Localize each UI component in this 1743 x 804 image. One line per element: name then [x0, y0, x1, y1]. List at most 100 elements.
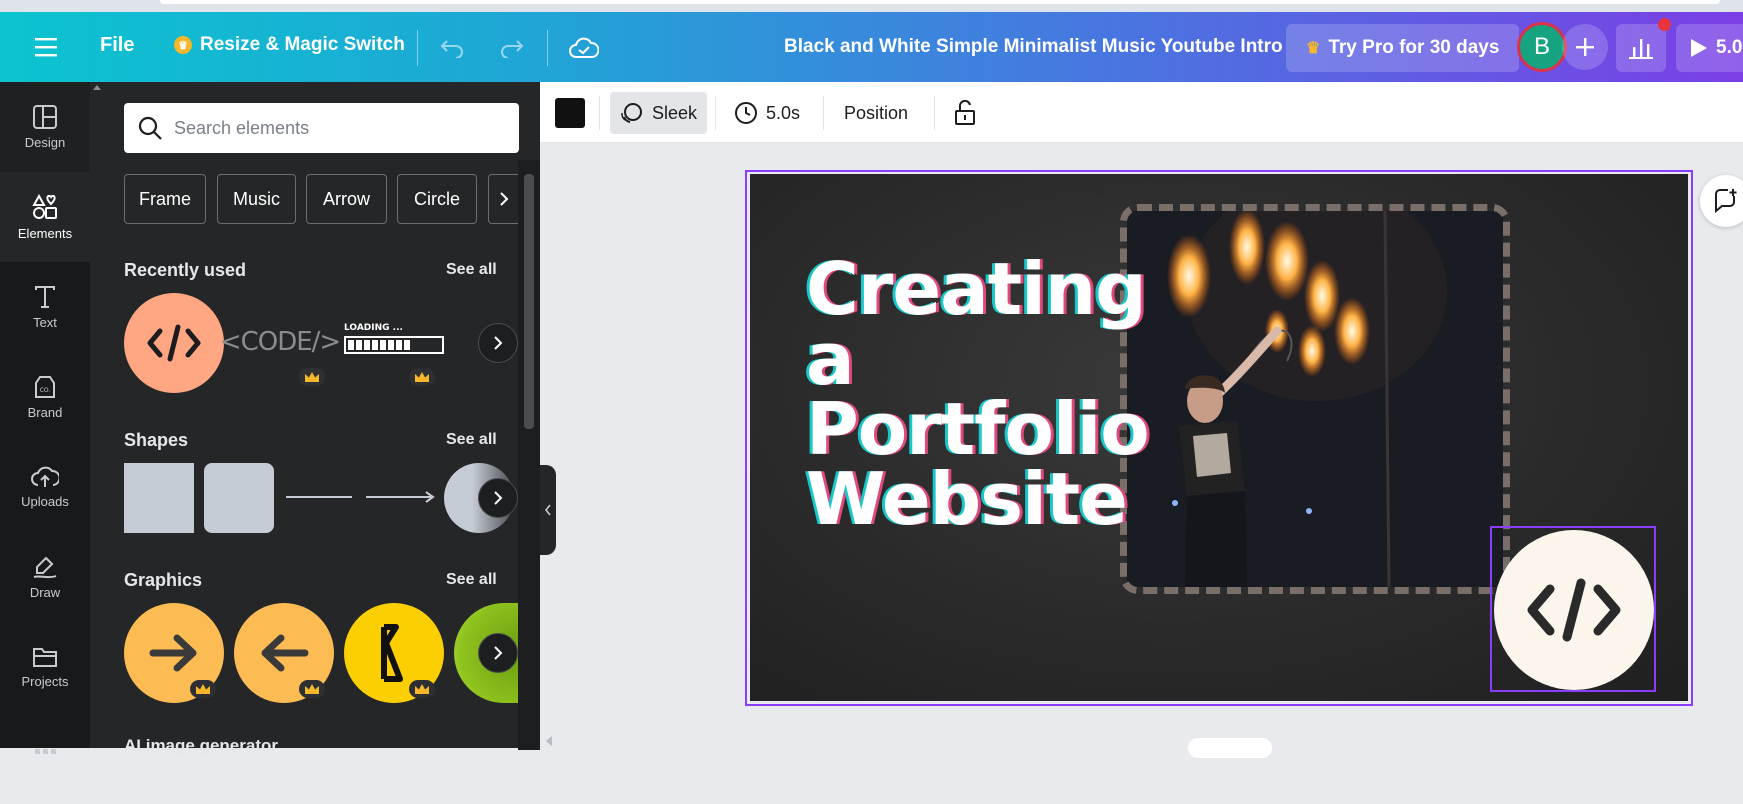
side-navigation: Design Elements Text CO. Brand Uploads D… [0, 82, 90, 754]
scrollbar-thumb[interactable] [524, 174, 534, 429]
dashed-photo-frame [1120, 204, 1510, 594]
chevron-right-icon [494, 491, 503, 505]
shapes-next-button[interactable] [478, 478, 518, 518]
loading-bar [344, 336, 444, 354]
arrow-left-icon [261, 634, 309, 672]
cloud-upload-icon [31, 466, 59, 487]
shape-rounded-square[interactable] [204, 463, 274, 533]
headline-line: Creating [806, 247, 1147, 331]
redo-button[interactable] [496, 32, 528, 64]
chip-music[interactable]: Music [217, 174, 296, 224]
present-label: 5.0 [1716, 37, 1743, 58]
hamburger-icon [35, 38, 57, 57]
user-avatar[interactable]: B [1517, 22, 1567, 72]
recent-loading-bar-graphic[interactable]: LOADING ... [344, 323, 444, 363]
rail-item-uploads[interactable]: Uploads [0, 442, 90, 532]
color-swatch-button[interactable] [555, 98, 585, 128]
search-input[interactable] [174, 117, 504, 139]
context-toolbar: Sleek 5.0s Position [540, 82, 1743, 143]
layout-icon [33, 104, 57, 129]
rail-label: Design [24, 134, 66, 150]
recent-code-text-graphic[interactable]: <CODE/> [220, 322, 341, 362]
lock-button[interactable] [944, 92, 986, 134]
recently-used-see-all[interactable]: See all [446, 261, 497, 279]
main-menu-button[interactable] [30, 30, 62, 64]
shapes-title: Shapes [124, 430, 189, 450]
svg-text:CO.: CO. [40, 387, 51, 394]
panel-scrollbar[interactable] [518, 160, 540, 750]
try-pro-button[interactable]: ♛ Try Pro for 30 days [1286, 24, 1520, 72]
shape-square[interactable] [124, 463, 194, 533]
rail-item-projects[interactable]: Projects [0, 622, 90, 712]
divider [547, 30, 548, 66]
scroll-up-arrow-icon[interactable] [93, 85, 101, 90]
headline-line: Portfolio [806, 387, 1150, 471]
play-icon [1691, 39, 1707, 57]
add-comment-button[interactable] [1700, 175, 1743, 227]
insights-button[interactable] [1616, 24, 1666, 72]
scroll-left-arrow-icon[interactable] [546, 736, 552, 746]
pro-crown-badge [299, 368, 325, 386]
code-badge-graphic[interactable] [1494, 530, 1654, 690]
cloud-check-icon [569, 37, 599, 58]
rail-item-apps[interactable] [0, 714, 90, 804]
rail-item-text[interactable]: Text [0, 262, 90, 352]
pro-crown-badge [299, 680, 325, 698]
animate-button[interactable]: Sleek [610, 92, 708, 134]
rail-item-design[interactable]: Design [0, 82, 90, 172]
chips-scroll-right-button[interactable] [488, 174, 518, 224]
search-icon [138, 116, 162, 140]
elements-panel: Frame Music Arrow Circle Recently used S… [90, 82, 540, 755]
redo-icon [501, 40, 524, 58]
document-title[interactable]: Black and White Simple Minimalist Music … [784, 36, 1283, 58]
shapes-see-all[interactable]: See all [446, 431, 497, 449]
recently-used-next-button[interactable] [478, 323, 518, 363]
collapse-panel-button[interactable] [540, 465, 556, 555]
headline-line: Website [806, 457, 1128, 541]
chip-circle[interactable]: Circle [397, 174, 477, 224]
chip-arrow[interactable]: Arrow [306, 174, 387, 224]
recent-code-circle-graphic[interactable] [124, 293, 224, 393]
divider [599, 96, 600, 130]
loading-label: LOADING ... [344, 323, 403, 333]
plus-icon [1576, 38, 1594, 56]
rail-item-brand[interactable]: CO. Brand [0, 352, 90, 442]
animation-label: Sleek [652, 102, 698, 123]
chevron-right-icon [494, 646, 503, 660]
undo-button[interactable] [436, 32, 468, 64]
undo-icon [440, 40, 463, 58]
crown-icon: ♛ [1306, 40, 1321, 57]
bar-chart-icon [1629, 39, 1653, 59]
pro-crown-badge [409, 368, 435, 386]
pro-crown-badge [190, 680, 216, 698]
graphics-next-button[interactable] [478, 633, 518, 673]
design-canvas[interactable]: Creating a Portfolio Website [750, 174, 1688, 701]
shape-arrow-line[interactable] [364, 487, 436, 507]
ai-image-generator-title: AI image generator [124, 736, 278, 755]
saved-status-button[interactable] [566, 32, 602, 64]
present-button[interactable]: 5.0 [1676, 24, 1743, 72]
graphics-see-all[interactable]: See all [446, 571, 497, 589]
chip-frame[interactable]: Frame [124, 174, 206, 224]
resize-magic-switch-button[interactable]: ♛ Resize & Magic Switch [174, 34, 405, 56]
rail-item-elements[interactable]: Elements [0, 172, 90, 262]
shape-line[interactable] [284, 487, 354, 507]
pen-icon [33, 556, 57, 578]
position-button[interactable]: Position [834, 92, 918, 134]
pages-toggle[interactable] [1188, 738, 1272, 758]
top-bar: File ♛ Resize & Magic Switch Black and W… [0, 12, 1743, 82]
rail-label: Projects [21, 673, 69, 689]
crown-icon [305, 372, 319, 382]
headline-text[interactable]: Creating a Portfolio Website [806, 247, 1150, 541]
bracket-icon [381, 624, 403, 682]
apps-grid-icon [35, 749, 56, 754]
pro-crown-badge [409, 680, 435, 698]
file-menu-button[interactable]: File [100, 34, 134, 57]
share-add-button[interactable] [1562, 24, 1608, 70]
rail-item-draw[interactable]: Draw [0, 532, 90, 622]
rail-label: Text [33, 314, 57, 330]
comment-plus-icon [1715, 189, 1737, 214]
duration-button[interactable]: 5.0s [724, 92, 810, 134]
text-icon [35, 285, 55, 308]
search-bar[interactable] [124, 103, 519, 153]
